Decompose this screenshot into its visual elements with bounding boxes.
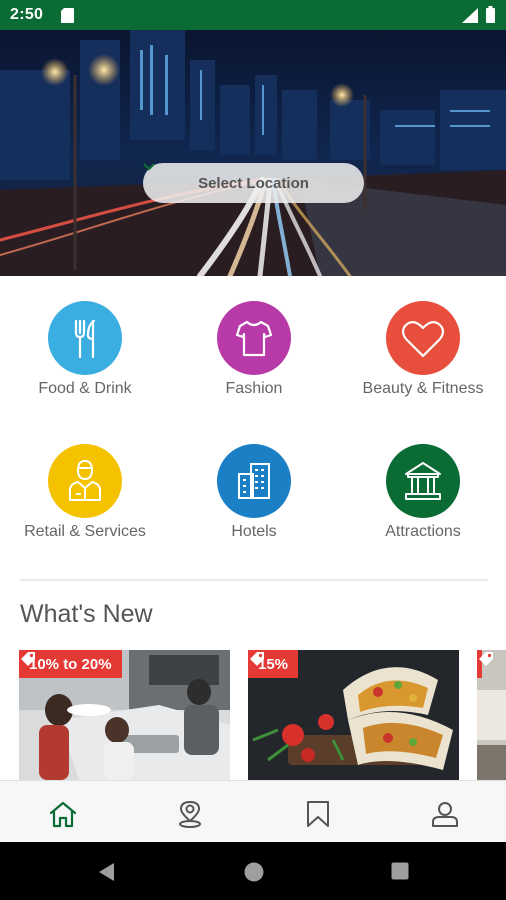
hotel-building-icon bbox=[238, 463, 270, 499]
category-label: Beauty & Fitness bbox=[362, 380, 484, 397]
retail-services-circle bbox=[48, 444, 122, 518]
category-attractions[interactable]: Attractions bbox=[339, 444, 506, 554]
category-beauty-fitness[interactable]: Beauty & Fitness bbox=[339, 301, 506, 411]
home-icon bbox=[49, 801, 77, 828]
tag-icon bbox=[479, 652, 493, 666]
status-bar: 2:50 bbox=[0, 0, 506, 30]
category-fashion[interactable]: Fashion bbox=[170, 301, 338, 411]
back-icon[interactable] bbox=[97, 862, 115, 882]
discount-badge: 10% to 20% bbox=[19, 650, 122, 678]
hotels-circle bbox=[217, 444, 291, 518]
city-night-highway-photo bbox=[0, 30, 506, 276]
tag-icon bbox=[21, 652, 35, 666]
retail-person-icon bbox=[69, 460, 101, 501]
bookmark-icon bbox=[307, 801, 329, 827]
deal-card[interactable]: 10% to 20% bbox=[19, 650, 230, 780]
attractions-circle bbox=[386, 444, 460, 518]
nav-saved-button[interactable] bbox=[303, 799, 333, 829]
food-drink-circle bbox=[48, 301, 122, 375]
recents-icon[interactable] bbox=[391, 862, 409, 880]
category-label: Retail & Services bbox=[24, 523, 146, 540]
nav-location-button[interactable] bbox=[175, 799, 205, 829]
category-label: Food & Drink bbox=[38, 380, 132, 397]
section-divider bbox=[20, 579, 488, 581]
discount-badge: 15% bbox=[248, 650, 299, 678]
nav-home-button[interactable] bbox=[48, 799, 78, 829]
deal-card[interactable]: 15% bbox=[248, 650, 459, 780]
bottom-navigation bbox=[0, 780, 506, 843]
deal-card[interactable] bbox=[477, 650, 506, 780]
discount-badge bbox=[477, 650, 493, 678]
category-label: Hotels bbox=[231, 523, 277, 540]
select-location-button[interactable]: Select Location bbox=[143, 163, 364, 203]
category-label: Fashion bbox=[225, 380, 283, 397]
tag-icon bbox=[250, 652, 264, 666]
chevron-down-icon bbox=[143, 163, 155, 171]
fashion-circle bbox=[217, 301, 291, 375]
category-label: Attractions bbox=[385, 523, 461, 540]
home-circle-icon[interactable] bbox=[243, 861, 265, 883]
fork-knife-icon bbox=[74, 319, 96, 359]
heart-icon bbox=[401, 321, 445, 358]
category-hotels[interactable]: Hotels bbox=[170, 444, 338, 554]
museum-icon bbox=[405, 462, 441, 500]
map-pin-icon bbox=[179, 800, 201, 828]
beauty-fitness-circle bbox=[386, 301, 460, 375]
select-location-label: Select Location bbox=[198, 174, 309, 192]
sd-card-icon bbox=[61, 8, 74, 23]
discount-text: 10% to 20% bbox=[29, 655, 112, 673]
battery-icon bbox=[486, 6, 495, 23]
category-food-drink[interactable]: Food & Drink bbox=[1, 301, 169, 411]
system-navigation-bar bbox=[0, 842, 506, 900]
hero-banner: Select Location bbox=[0, 30, 506, 276]
signal-icon bbox=[462, 8, 478, 23]
whats-new-title: What's New bbox=[20, 600, 153, 628]
nav-profile-button[interactable] bbox=[430, 799, 460, 829]
user-icon bbox=[432, 802, 458, 827]
tshirt-icon bbox=[235, 320, 273, 357]
status-time: 2:50 bbox=[10, 6, 44, 23]
category-retail-services[interactable]: Retail & Services bbox=[1, 444, 169, 554]
